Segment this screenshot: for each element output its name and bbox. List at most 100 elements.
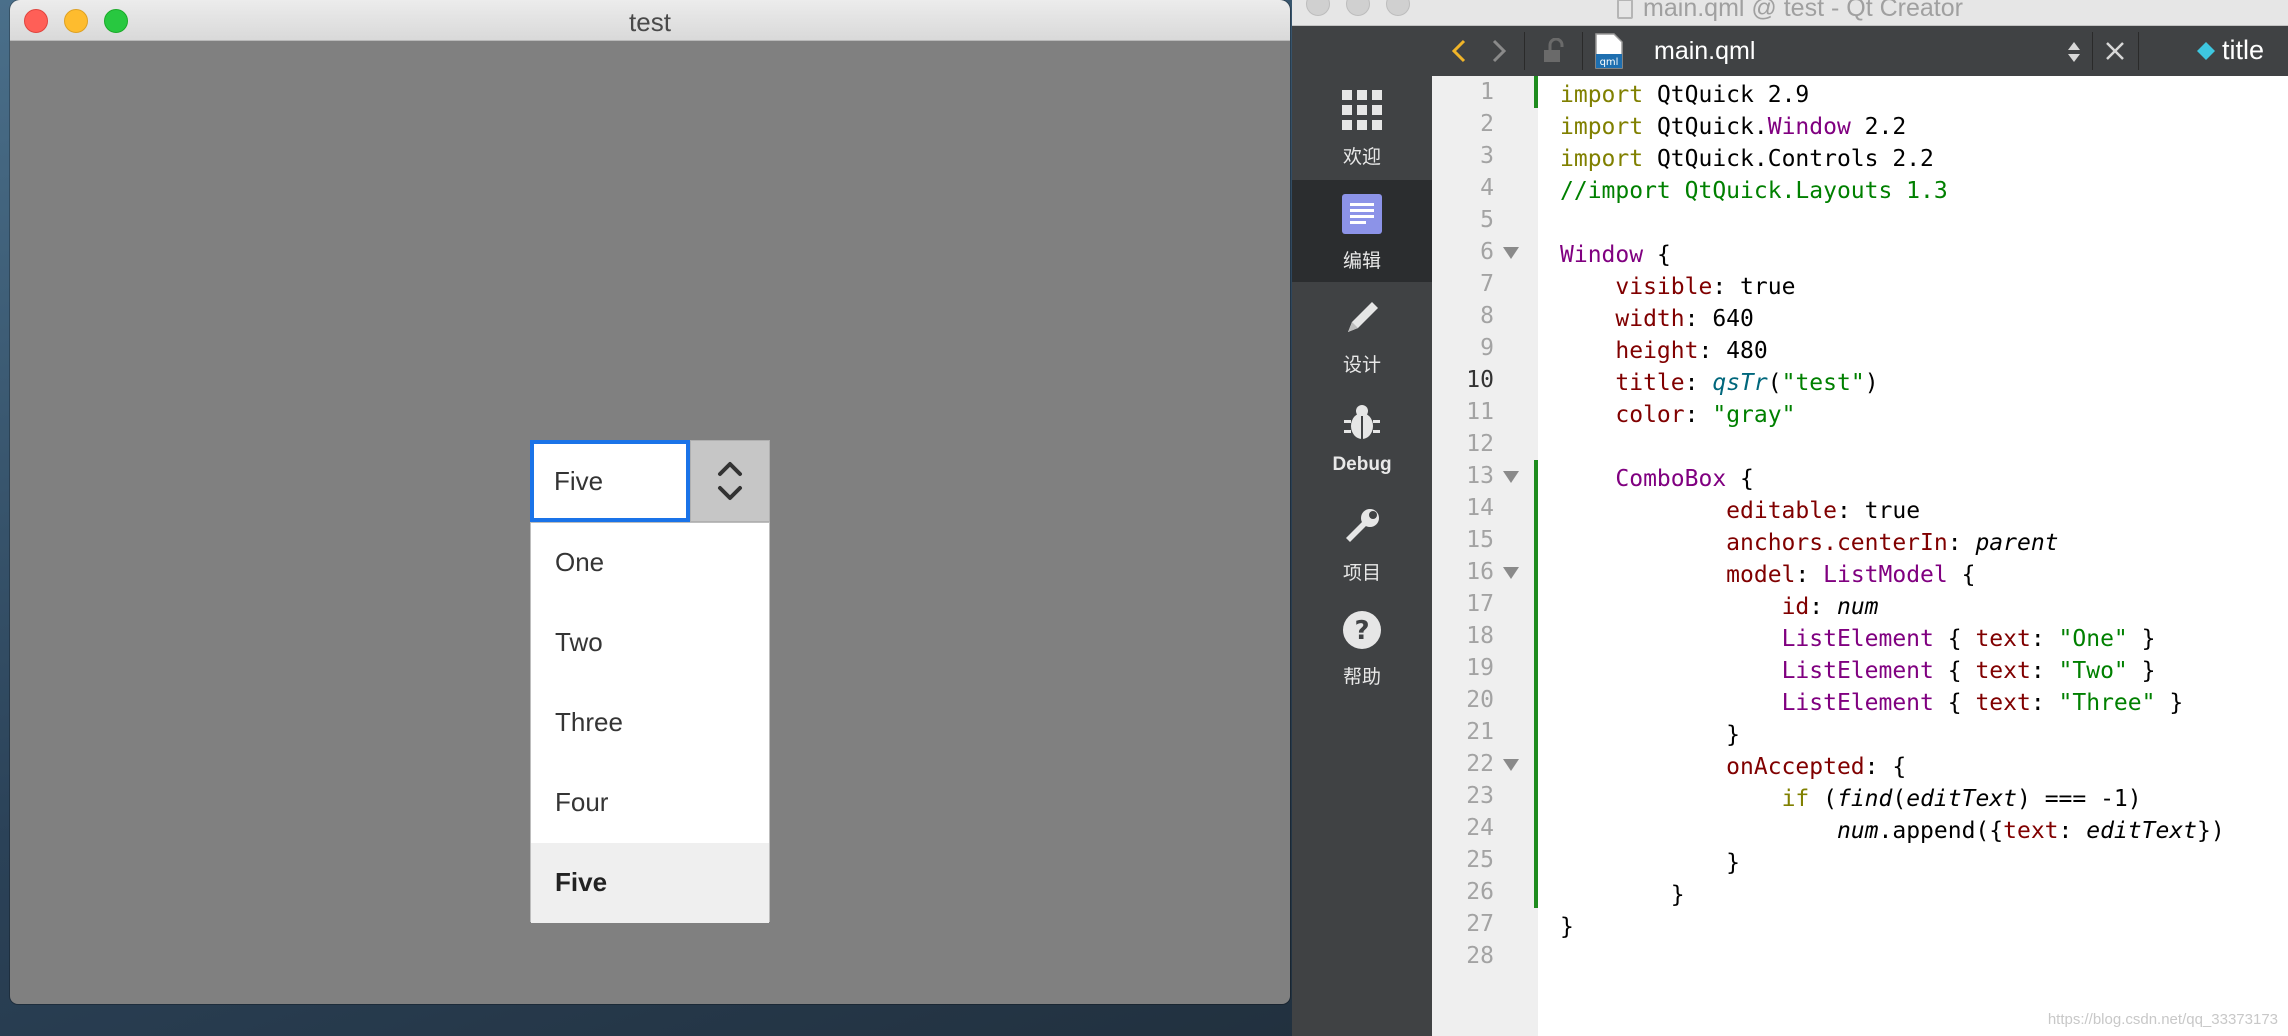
code-line: editable: true [1726,498,1921,524]
line-number: 14 [1466,495,1494,521]
line-number-gutter: 1 2 3 4 5 6 7 8 9 10 11 12 13 14 15 16 17 18 19 20 21 22 23 24 2… [1432,76,1538,1036]
code-line: onAccepted: { [1726,754,1907,780]
code-line: width: 640 [1615,306,1754,332]
mode-label: 编辑 [1342,251,1381,272]
line-number: 24 [1466,815,1494,841]
combobox-option[interactable]: Five [531,843,769,923]
line-number: 1 [1480,79,1494,105]
combobox[interactable]: Five One Two Three Four Five [530,440,770,962]
close-document-icon[interactable] [2104,40,2126,62]
qml-file-icon: qml [1595,33,1623,69]
combobox-option[interactable]: One [531,523,769,603]
combobox-edit-field[interactable]: Five [530,440,690,522]
mode-label: 欢迎 [1342,147,1381,168]
code-line: num.append({text: editText}) [1836,818,2225,844]
line-number: 13 [1466,463,1494,489]
line-number: 21 [1466,719,1494,745]
code-line: color: "gray" [1615,402,1796,428]
mode-label: 设计 [1342,355,1381,376]
line-number: 17 [1466,591,1494,617]
qt-titlebar[interactable]: main.qml @ test - Qt Creator [1292,0,2288,26]
line-number: 23 [1466,783,1494,809]
code-line: ListElement { text: "One" } [1781,626,2156,652]
mode-edit[interactable]: 编辑 [1292,180,1432,282]
line-number: 28 [1466,943,1494,969]
mode-help[interactable]: ? 帮助 [1292,596,1432,698]
mode-label: 项目 [1342,563,1381,584]
symbol-tag-icon [2197,42,2215,60]
svg-text:qml: qml [1600,57,1619,68]
code-line: id: num [1781,594,1879,620]
current-symbol[interactable]: title [2222,35,2264,66]
fold-arrow-icon[interactable] [1503,247,1519,259]
code-line: ListElement { text: "Three" } [1781,690,2184,716]
code-line: import QtQuick 2.9 [1560,82,1810,108]
code-line: Window { [1560,242,1671,268]
code-line: title: qsTr("test") [1615,370,1879,396]
mode-welcome[interactable]: 欢迎 [1292,76,1432,178]
go-back-icon[interactable] [1450,38,1468,64]
toolbar-divider [1582,32,1583,70]
toolbar-divider [2092,32,2093,70]
file-list-dropdown-icon[interactable] [2066,40,2082,64]
code-line: visible: true [1615,274,1796,300]
line-number: 4 [1480,175,1494,201]
pencil-icon [1348,302,1378,332]
combobox-option[interactable]: Two [531,603,769,683]
go-forward-icon[interactable] [1490,38,1508,64]
open-file-name[interactable]: main.qml [1654,37,1755,66]
line-number: 12 [1466,431,1494,457]
window-title: test [629,7,671,37]
qt-creator-window: main.qml @ test - Qt Creator 欢迎 编辑 设计 De… [1292,0,2288,1036]
code-line: //import QtQuick.Layouts 1.3 [1560,178,1948,204]
code-line: height: 480 [1615,338,1768,364]
updown-chevron-icon [718,462,742,500]
svg-text:?: ? [1354,616,1369,646]
line-number: 3 [1480,143,1494,169]
watermark-text: https://blog.csdn.net/qq_33373173 [2047,1011,2278,1028]
code-line: import QtQuick.Window 2.2 [1560,114,1907,140]
line-number: 19 [1466,655,1494,681]
grid-icon [1342,90,1382,130]
unlock-icon[interactable] [1542,38,1566,64]
qt-window-title-text: main.qml @ test - Qt Creator [1643,0,1963,22]
toolbar-divider [2138,32,2139,70]
fold-arrow-icon[interactable] [1503,471,1519,483]
line-number: 7 [1480,271,1494,297]
code-line: import QtQuick.Controls 2.2 [1560,146,1934,172]
qt-window-title: main.qml @ test - Qt Creator [1292,0,2288,23]
line-number: 20 [1466,687,1494,713]
mode-projects[interactable]: 项目 [1292,492,1432,594]
mode-sidebar: 欢迎 编辑 设计 Debug 项目 ? 帮助 [1292,26,1432,1036]
fold-arrow-icon[interactable] [1503,759,1519,771]
code-line: ComboBox { [1615,466,1754,492]
code-line: ListElement { text: "Two" } [1781,658,2156,684]
line-number: 5 [1480,207,1494,233]
toolbar-divider [1524,32,1525,70]
line-number: 6 [1480,239,1494,265]
editor-toolbar: qml main.qml title [1432,26,2288,76]
line-number: 11 [1466,399,1494,425]
mode-debug[interactable]: Debug [1292,388,1432,490]
line-number: 27 [1466,911,1494,937]
line-number: 9 [1480,335,1494,361]
line-number: 8 [1480,303,1494,329]
combobox-option[interactable]: Four [531,763,769,843]
line-number: 25 [1466,847,1494,873]
code-line: } [1560,914,1574,940]
combobox-option[interactable]: Three [531,683,769,763]
mode-label: Debug [1332,454,1392,475]
combobox-indicator-button[interactable] [690,440,770,522]
fold-arrow-icon[interactable] [1503,567,1519,579]
window-titlebar[interactable]: test [10,0,1290,41]
code-line: model: ListModel { [1726,562,1976,588]
test-window: test Five One Two Three Four Five [10,0,1290,1004]
code-line: } [1560,722,1741,748]
line-number: 10 [1466,367,1494,393]
mode-design[interactable]: 设计 [1292,284,1432,386]
combobox-popup-list: One Two Three Four Five [530,522,770,923]
code-line: anchors.centerIn: parent [1726,530,2059,556]
bug-icon [1344,405,1380,439]
wrench-icon [1346,509,1379,542]
document-proxy-icon [1617,0,1634,20]
